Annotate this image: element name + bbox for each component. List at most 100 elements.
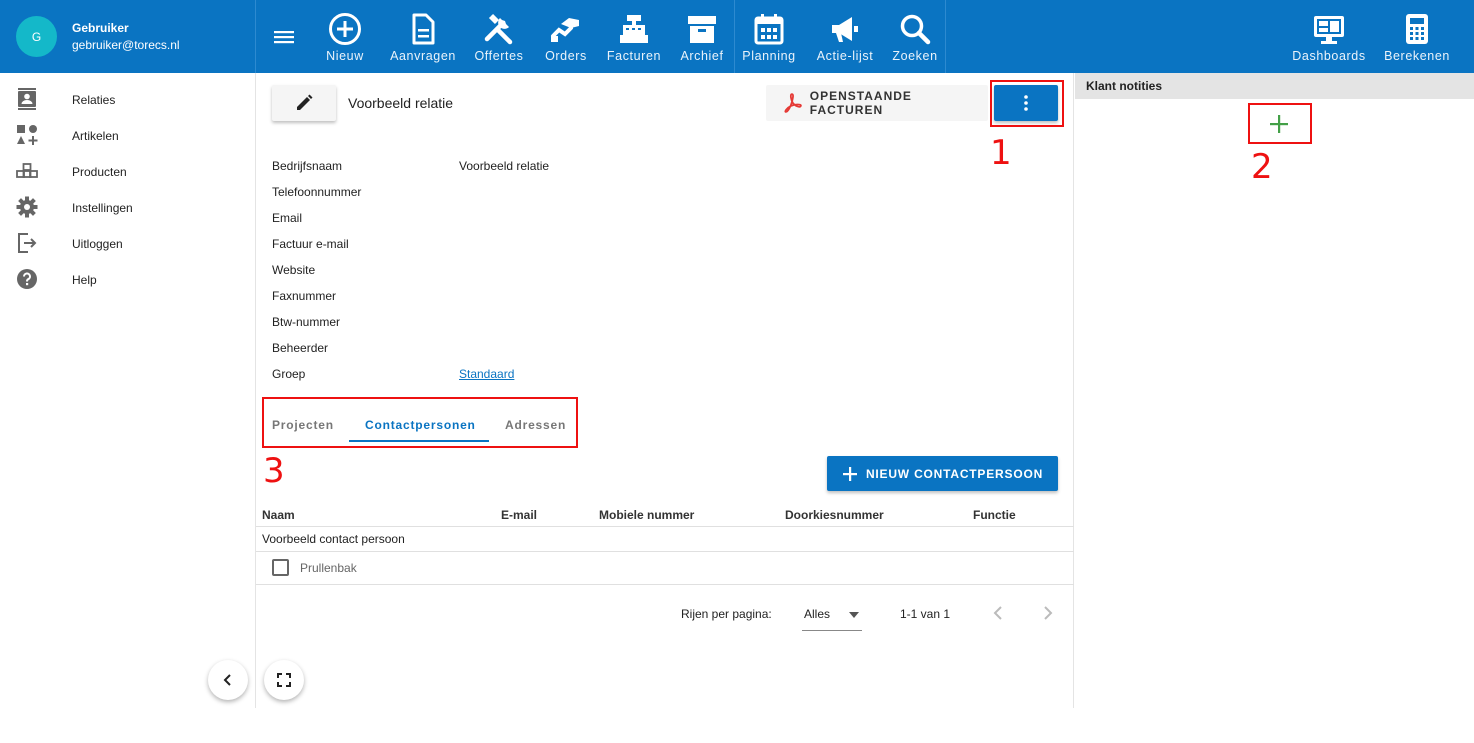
sidebar-item-instellingen[interactable]: Instellingen: [0, 189, 255, 225]
open-invoices-button[interactable]: OPENSTAANDE FACTUREN: [766, 85, 988, 121]
annotation-box-3: [262, 397, 578, 448]
client-notes-panel: Klant notities 2: [1075, 73, 1474, 708]
archive-icon: [688, 16, 716, 43]
row-divider: [256, 584, 1074, 585]
menu-icon: [274, 31, 294, 44]
nav-nieuw[interactable]: Nieuw: [318, 0, 372, 73]
relation-detail: Voorbeeld relatie OPENSTAANDE FACTUREN 1…: [256, 73, 1074, 708]
nav-offertes[interactable]: Offertes: [468, 0, 530, 73]
rows-per-page-select[interactable]: Alles: [802, 599, 862, 631]
blocks-icon: [16, 163, 38, 178]
avatar[interactable]: G: [16, 16, 57, 57]
handshake-icon: [551, 18, 579, 42]
search-icon: [900, 14, 931, 45]
next-page-button[interactable]: [1037, 602, 1059, 624]
nav-planning[interactable]: Planning: [738, 0, 800, 73]
column-header[interactable]: Mobiele nummer: [599, 508, 694, 522]
table-row[interactable]: Voorbeeld contact persoon: [262, 532, 405, 546]
nav-actie-lijst[interactable]: Actie-lijst: [810, 0, 880, 73]
field-label: Factuur e-mail: [272, 237, 349, 251]
sidebar: Relaties Artikelen Producten Instellinge…: [0, 73, 256, 708]
sidebar-item-producten[interactable]: Producten: [0, 153, 255, 189]
column-header[interactable]: Doorkiesnummer: [785, 508, 884, 522]
user-panel: G Gebruiker gebruiker@torecs.nl: [0, 0, 256, 73]
calendar-icon: [754, 14, 784, 45]
hamburger-menu-button[interactable]: [270, 24, 298, 50]
field-label: Faxnummer: [272, 289, 337, 303]
edit-button[interactable]: [272, 85, 336, 121]
page-title: Voorbeeld relatie: [348, 95, 454, 111]
calculator-icon: [1406, 14, 1428, 44]
megaphone-icon: [832, 17, 858, 42]
nav-label: Actie-lijst: [816, 49, 874, 63]
annotation-box-1: [990, 80, 1064, 127]
sidebar-item-relaties[interactable]: Relaties: [0, 81, 255, 117]
field-label: Bedrijfsnaam: [272, 159, 343, 173]
nav-label: Orders: [545, 49, 587, 63]
trash-checkbox[interactable]: [272, 559, 289, 576]
header-divider: [256, 526, 1074, 527]
nav-label: Offertes: [474, 49, 524, 63]
nav-aanvragen[interactable]: Aanvragen: [386, 0, 460, 73]
plus-icon: [842, 466, 857, 481]
page-range: 1-1 van 1: [900, 607, 951, 621]
prev-page-button[interactable]: [987, 602, 1009, 624]
gear-icon: [16, 196, 38, 218]
nav-facturen[interactable]: Facturen: [602, 0, 666, 73]
nav-label: Aanvragen: [390, 49, 456, 63]
top-bar: G Gebruiker gebruiker@torecs.nl Nieuw Aa…: [0, 0, 1474, 73]
nav-divider: [734, 0, 735, 73]
new-contact-button[interactable]: NIEUW CONTACTPERSOON: [827, 456, 1058, 491]
annotation-number-1: 1: [990, 133, 1012, 173]
annotation-number-3: 3: [263, 451, 285, 491]
nav-archief[interactable]: Archief: [674, 0, 730, 73]
tools-icon: [484, 13, 513, 45]
client-notes-title: Klant notities: [1086, 79, 1163, 93]
sidebar-item-label: Artikelen: [72, 129, 119, 143]
annotation-number-2: 2: [1251, 147, 1273, 187]
document-icon: [412, 13, 435, 45]
shapes-icon: [17, 125, 38, 145]
column-header[interactable]: Functie: [973, 508, 1016, 522]
chevron-left-icon: [223, 674, 231, 686]
field-label: Telefoonnummer: [272, 185, 362, 199]
nav-label: Dashboards: [1292, 49, 1366, 63]
collapse-sidebar-button[interactable]: [208, 660, 248, 700]
caret-down-icon: [849, 612, 859, 618]
pdf-icon: [784, 93, 802, 113]
column-header[interactable]: Naam: [262, 508, 295, 522]
cash-register-icon: [620, 15, 648, 43]
plus-circle-icon: [329, 13, 361, 45]
help-icon: [17, 269, 37, 289]
trash-label: Prullenbak: [300, 561, 357, 575]
chevron-left-icon: [993, 606, 1002, 620]
user-email: gebruiker@torecs.nl: [72, 38, 180, 52]
pencil-icon: [297, 94, 313, 110]
field-label: Btw-nummer: [272, 315, 341, 329]
column-header[interactable]: E-mail: [501, 508, 537, 522]
nav-divider: [945, 0, 946, 73]
nav-label: Planning: [742, 49, 796, 63]
sidebar-item-uitloggen[interactable]: Uitloggen: [0, 225, 255, 261]
nav-berekenen[interactable]: Berekenen: [1380, 0, 1454, 73]
field-value: Voorbeeld relatie: [459, 159, 550, 173]
field-label: Email: [272, 211, 303, 225]
user-name: Gebruiker: [72, 21, 129, 35]
rows-per-page-value: Alles: [804, 607, 831, 621]
logout-icon: [18, 233, 37, 253]
row-divider: [256, 551, 1074, 552]
nav-dashboards[interactable]: Dashboards: [1288, 0, 1370, 73]
nav-label: Nieuw: [326, 49, 364, 63]
monitor-dashboard-icon: [1314, 16, 1344, 44]
sidebar-item-artikelen[interactable]: Artikelen: [0, 117, 255, 153]
new-contact-label: NIEUW CONTACTPERSOON: [865, 466, 1044, 481]
nav-zoeken[interactable]: Zoeken: [886, 0, 944, 73]
sidebar-item-label: Relaties: [72, 93, 116, 107]
sidebar-item-help[interactable]: Help: [0, 261, 255, 297]
rows-per-page-label: Rijen per pagina:: [681, 607, 772, 621]
annotation-box-2: [1248, 103, 1312, 144]
open-invoices-label: OPENSTAANDE FACTUREN: [809, 89, 912, 117]
group-link[interactable]: Standaard: [459, 367, 514, 381]
nav-orders[interactable]: Orders: [538, 0, 594, 73]
sidebar-item-label: Producten: [72, 165, 127, 179]
